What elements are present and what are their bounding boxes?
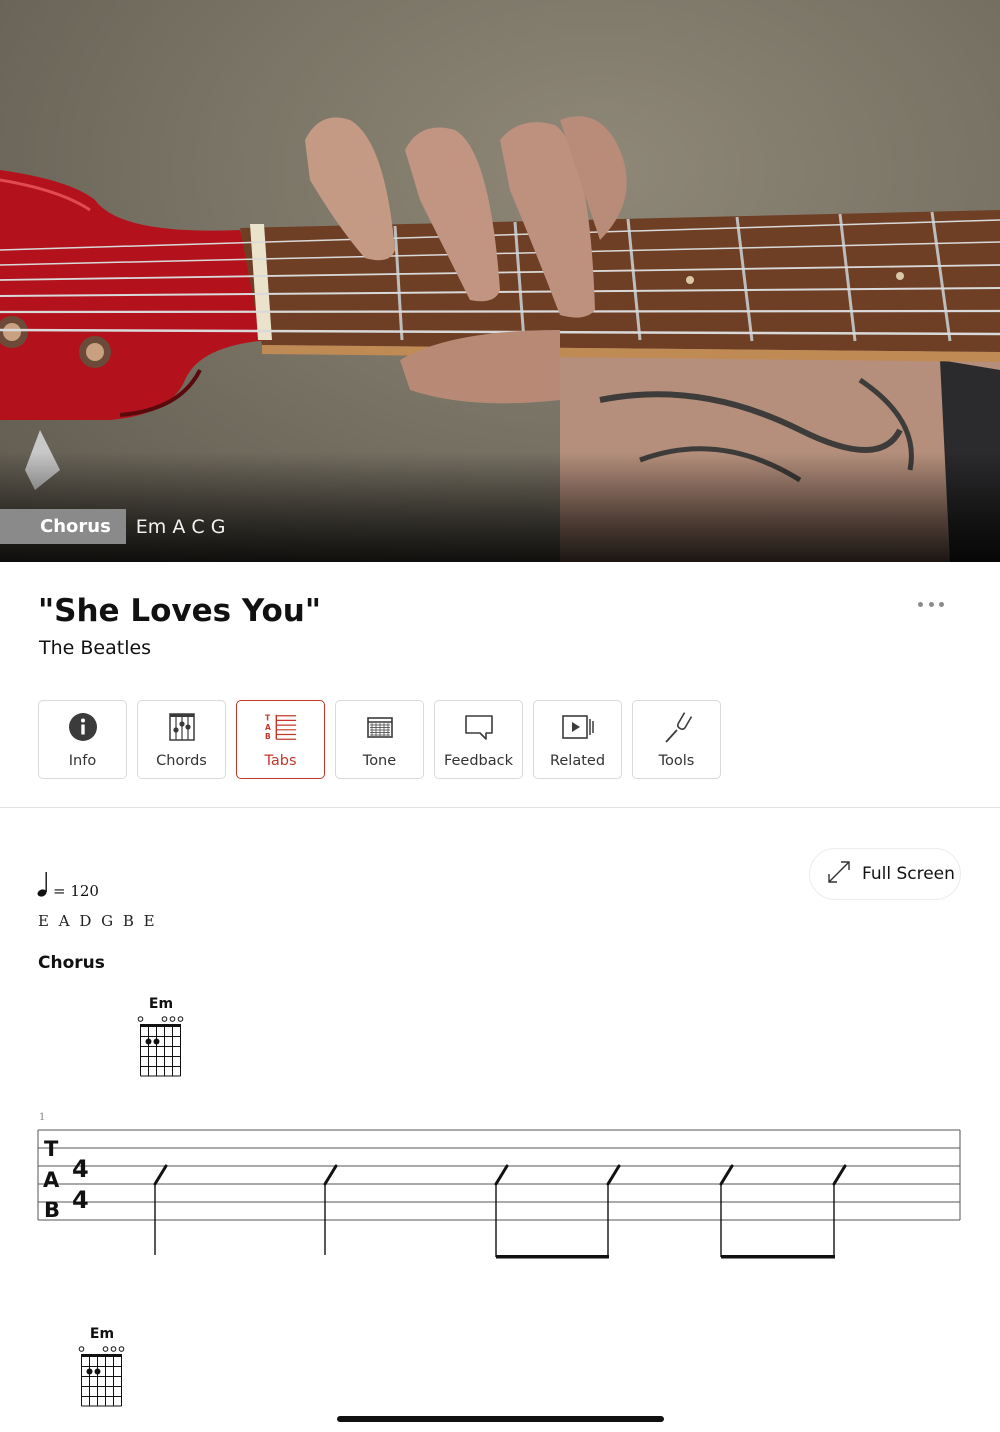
speech-bubble-icon [463,711,495,743]
time-signature-bottom: 4 [72,1186,89,1214]
tab-label: Tools [658,753,695,769]
time-signature-top: 4 [72,1155,89,1183]
slash-note [606,1164,621,1186]
tab-icon: TAB [265,711,297,743]
tab-tone[interactable]: Tone [335,700,424,779]
more-options-icon[interactable] [916,593,946,615]
svg-text:T: T [265,713,271,722]
section-overlay: Chorus Em A C G [0,509,225,544]
svg-text:B: B [265,732,271,741]
eighth-beam [496,1255,609,1259]
tab-letter-a: A [43,1168,60,1192]
lesson-toolbar: Info Chords TAB Tabs Tone Feedback Relat… [38,700,721,779]
tab-tools[interactable]: Tools [632,700,721,779]
song-artist[interactable]: The Beatles [39,637,151,659]
info-icon [67,711,99,743]
tab-related[interactable]: Related [533,700,622,779]
video-bottom-gradient [0,452,1000,562]
tempo-value: = 120 [53,882,99,900]
chord-name: Em [89,1326,115,1342]
home-indicator[interactable] [337,1416,664,1422]
tab-label: Related [549,753,606,769]
tempo-marking: = 120 [37,872,99,902]
tab-letter-b: B [44,1198,60,1222]
tab-label: Tone [362,753,397,769]
fullscreen-button[interactable]: Full Screen [809,848,961,900]
slash-note [494,1164,509,1186]
tab-chords[interactable]: Chords [137,700,226,779]
fullscreen-label: Full Screen [862,864,955,884]
slash-note [719,1164,734,1186]
svg-text:A: A [265,723,271,732]
song-title: "She Loves You" [38,593,322,629]
slash-note [153,1164,168,1186]
tab-label: Info [68,753,97,769]
tab-tabs[interactable]: TAB Tabs [236,700,325,779]
eighth-beam [721,1255,835,1259]
tuning-fork-icon [661,711,693,743]
lesson-video[interactable]: Chorus Em A C G [0,0,1000,562]
expand-icon [826,859,852,889]
chord-name: Em [148,996,174,1012]
slash-note [323,1164,338,1186]
video-play-icon [561,711,594,743]
quarter-note-icon [37,870,49,902]
toolbar-divider [0,807,1000,808]
tab-label: Feedback [443,753,514,769]
section-chords: Em A C G [135,515,226,538]
tab-label: Chords [156,753,207,769]
score-section-label: Chorus [38,953,105,973]
section-label: Chorus [0,509,126,544]
tab-info[interactable]: Info [38,700,127,779]
tab-label: Tabs [264,753,297,769]
tab-letter-t: T [44,1137,59,1161]
chord-grid-icon [166,711,198,743]
tab-feedback[interactable]: Feedback [434,700,523,779]
tab-staff: T A B 4 4 [37,1129,961,1259]
tuning: E A D G B E [38,912,158,930]
slash-note [832,1164,847,1186]
amp-icon [364,711,396,743]
